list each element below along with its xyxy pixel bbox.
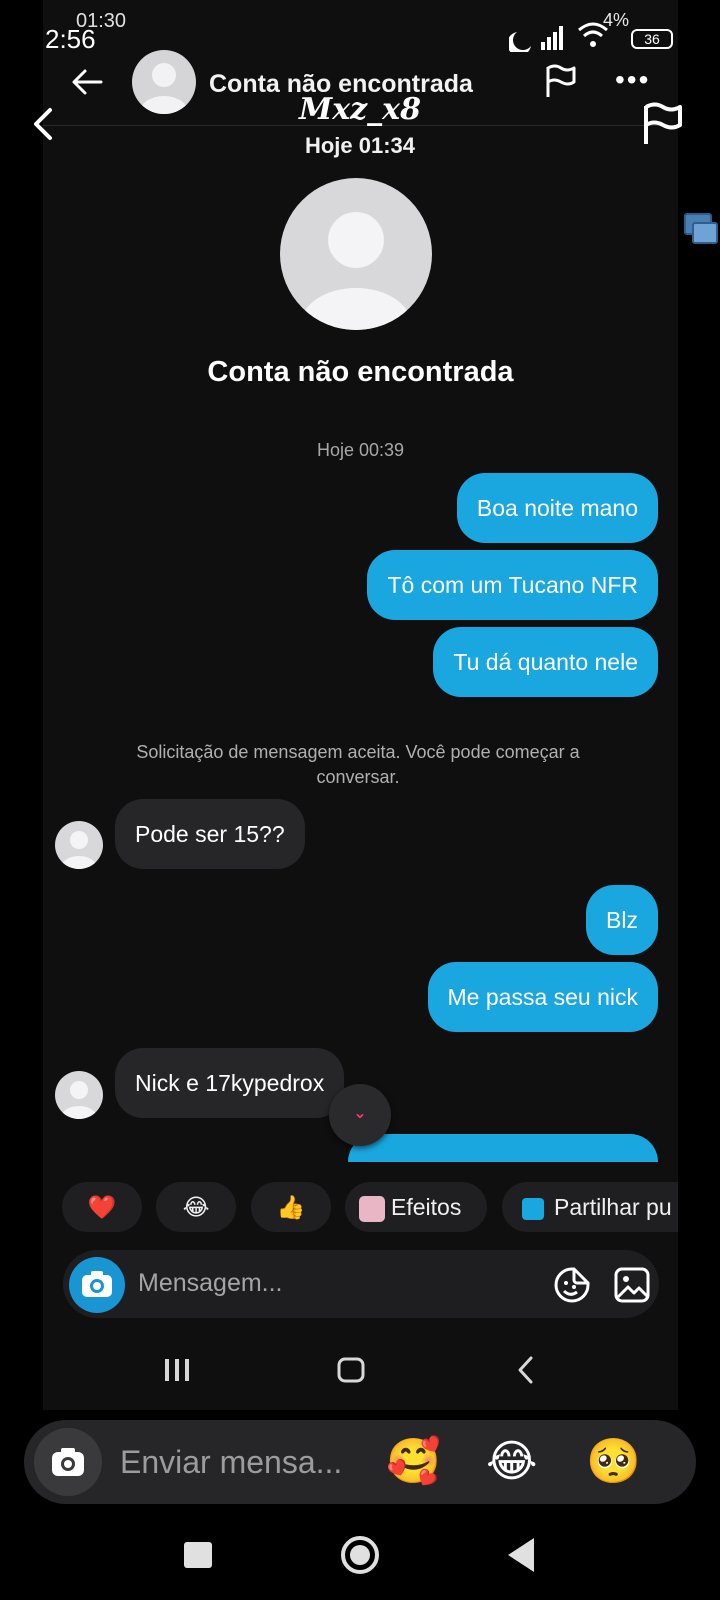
message-input[interactable]: Mensagem... [138, 1269, 283, 1298]
sender-avatar[interactable] [55, 1071, 103, 1119]
inner-screenshot: 01:30 2:56 4% 36 Conta não encontrada ••… [43, 0, 678, 1410]
message-composer: Mensagem... [63, 1250, 659, 1318]
message-bubble-incoming[interactable]: Pode ser 15?? [115, 799, 305, 869]
back-nav-icon[interactable] [518, 1356, 533, 1384]
share-button[interactable]: Partilhar pu [502, 1182, 678, 1232]
outer-back-icon[interactable] [28, 104, 58, 144]
effects-icon [359, 1195, 385, 1222]
outer-pip-icon[interactable] [683, 212, 719, 246]
date-separator: Hoje 00:39 [316, 440, 405, 460]
sender-avatar[interactable] [55, 821, 103, 869]
outer-username[interactable]: Mxz_x8 [0, 92, 720, 127]
outer-emoji-smiling-hearts[interactable]: 🥰 [386, 1434, 441, 1490]
effects-label: Efeitos [391, 1194, 462, 1220]
quick-reactions-bar: ❤️ 😂 👍 Efeitos Partilhar pu [43, 1182, 678, 1232]
thumbs-up-reaction-button[interactable]: 👍 [251, 1182, 331, 1232]
battery-icon: 36 [631, 29, 673, 49]
camera-icon [82, 1271, 112, 1297]
default-avatar-icon [61, 831, 97, 869]
message-bubble-outgoing[interactable]: Me passa seu nick [427, 962, 658, 1032]
scroll-to-bottom-button[interactable]: ⌄ [329, 1084, 391, 1146]
effects-button[interactable]: Efeitos [345, 1182, 487, 1232]
back-nav-icon[interactable] [508, 1538, 534, 1572]
share-label: Partilhar pu [554, 1194, 672, 1220]
default-avatar-icon [61, 1081, 97, 1119]
outer-message-composer: Enviar mensa... 🥰 😂 🥺 [24, 1420, 696, 1504]
camera-icon [52, 1448, 84, 1476]
laugh-reaction-button[interactable]: 😂 [156, 1182, 236, 1232]
default-avatar-icon [300, 212, 412, 330]
share-icon [522, 1197, 544, 1220]
message-bubble-outgoing[interactable]: Boa noite mano [456, 473, 658, 543]
outer-emoji-laughing[interactable]: 😂 [486, 1434, 537, 1490]
recent-apps-icon[interactable] [184, 1542, 212, 1568]
message-bubble-incoming[interactable]: Nick e 17kypedrox [115, 1048, 345, 1118]
message-bubble-outgoing[interactable]: Tô com um Tucano NFR [367, 550, 658, 620]
message-bubble-outgoing[interactable]: Tu dá quanto nele [433, 627, 658, 697]
outer-message-input[interactable]: Enviar mensa... [120, 1444, 342, 1481]
camera-button[interactable] [69, 1257, 125, 1313]
outer-emoji-pleading[interactable]: 🥺 [586, 1434, 641, 1490]
system-message: Solicitação de mensagem aceita. Você pod… [136, 742, 580, 787]
inner-navigation-bar [165, 1356, 533, 1384]
profile-avatar[interactable] [280, 178, 432, 330]
gallery-icon[interactable] [613, 1266, 651, 1304]
home-icon[interactable] [337, 1357, 365, 1383]
profile-name: Conta não encontrada [207, 356, 514, 388]
message-bubble-outgoing[interactable]: Blz [586, 885, 658, 955]
outer-camera-button[interactable] [34, 1428, 102, 1496]
status-bar: 01:30 2:56 4% 36 [43, 0, 678, 54]
recent-apps-icon[interactable] [165, 1359, 189, 1381]
outer-left-margin [0, 0, 43, 1410]
home-icon[interactable] [341, 1536, 379, 1574]
outer-time: Hoje 01:34 [304, 133, 416, 158]
outer-flag-icon[interactable] [640, 100, 684, 148]
battery-percent: 4% [603, 10, 630, 30]
outer-navigation-bar [184, 1536, 534, 1574]
sticker-icon[interactable] [553, 1266, 591, 1304]
heart-reaction-button[interactable]: ❤️ [62, 1182, 142, 1232]
